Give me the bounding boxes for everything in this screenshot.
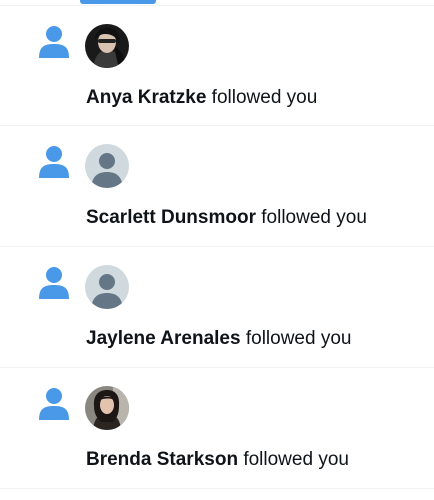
notification-action: followed you xyxy=(243,449,349,470)
notification-action: followed you xyxy=(245,328,352,349)
user-name-link[interactable]: Jaylene Arenales xyxy=(86,328,241,349)
user-avatar[interactable] xyxy=(85,144,129,188)
default-avatar xyxy=(85,144,129,188)
photo-avatar xyxy=(85,24,129,68)
notification-action: followed you xyxy=(211,87,318,108)
user-name-link[interactable]: Anya Kratzke xyxy=(86,87,206,108)
user-name-link[interactable]: Scarlett Dunsmoor xyxy=(86,207,256,228)
default-avatar xyxy=(85,265,129,309)
person-icon xyxy=(39,267,69,299)
notification-text: Brenda Starkson followed you xyxy=(86,448,349,472)
user-avatar[interactable] xyxy=(85,24,129,68)
notification-text: Scarlett Dunsmoor followed you xyxy=(86,206,367,230)
person-icon xyxy=(39,146,69,178)
photo-avatar xyxy=(85,386,129,430)
notification-item[interactable]: Scarlett Dunsmoor followed you xyxy=(0,126,434,247)
notification-text: Jaylene Arenales followed you xyxy=(86,327,351,351)
notification-item[interactable]: Anya Kratzke followed you xyxy=(0,6,434,126)
notifications-list: Anya Kratzke followed you Scarlett Dunsm… xyxy=(0,6,434,489)
active-tab-indicator xyxy=(80,0,156,4)
notification-item[interactable]: Brenda Starkson followed you xyxy=(0,368,434,489)
person-icon xyxy=(39,388,69,420)
notification-text: Anya Kratzke followed you xyxy=(86,86,317,110)
notification-action: followed you xyxy=(261,207,367,228)
user-name-link[interactable]: Brenda Starkson xyxy=(86,449,238,470)
notification-item[interactable]: Jaylene Arenales followed you xyxy=(0,247,434,368)
user-avatar[interactable] xyxy=(85,265,129,309)
user-avatar[interactable] xyxy=(85,386,129,430)
person-icon xyxy=(39,26,69,58)
